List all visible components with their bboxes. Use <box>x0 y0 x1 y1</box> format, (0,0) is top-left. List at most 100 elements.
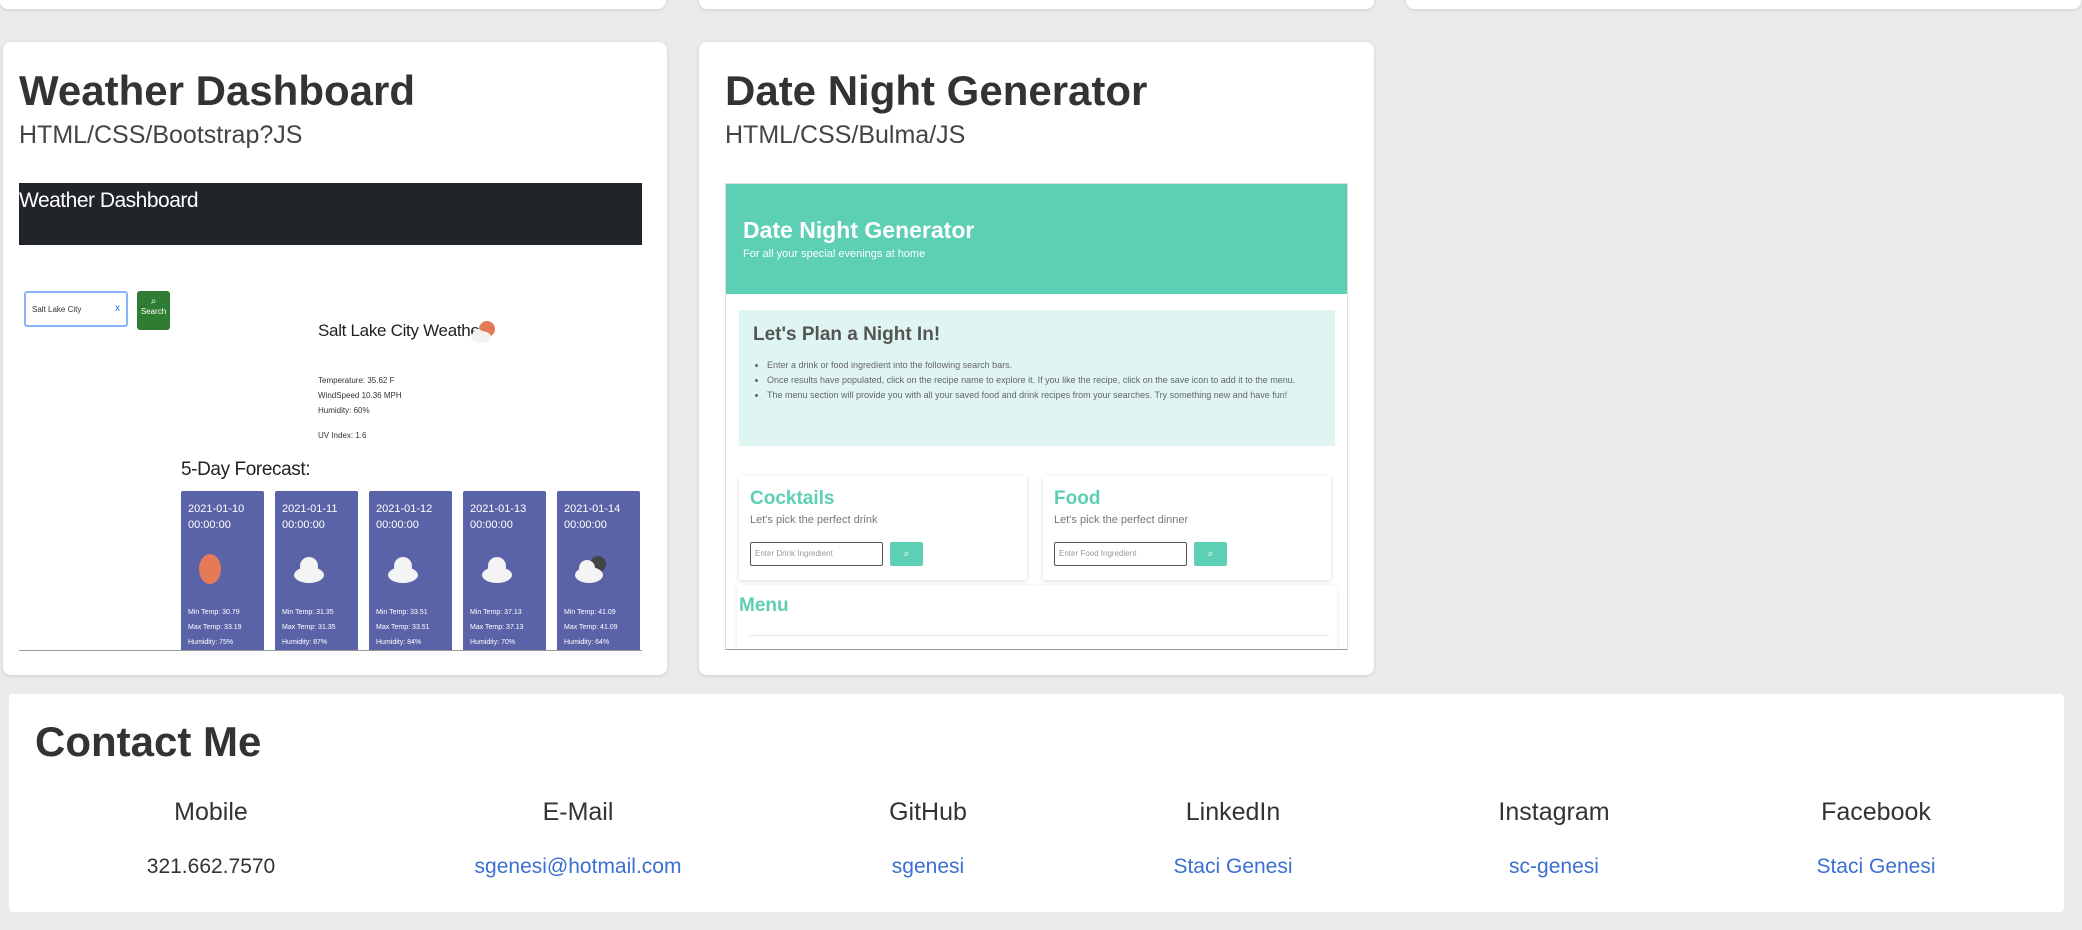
contact-linkedin: LinkedIn Staci Genesi <box>1072 798 1394 879</box>
shot-detail: Temperature: 35.62 F <box>318 376 395 385</box>
shot-header: Weather Dashboard <box>19 183 642 245</box>
shot-search-button: ⌕ Search <box>137 291 170 330</box>
forecast-max: Max Temp: 37.13 <box>470 624 524 631</box>
shot-uv-index: UV Index: 1.6 <box>318 431 367 440</box>
list-item: Enter a drink or food ingredient into th… <box>767 358 1347 373</box>
forecast-max: Max Temp: 33.19 <box>188 624 242 631</box>
cloud-icon <box>294 557 324 583</box>
shot-forecast-title: 5-Day Forecast: <box>181 459 311 480</box>
shot-header-subtitle: For all your special evenings at home <box>743 248 926 260</box>
shot-search-label: Search <box>140 307 167 316</box>
forecast-max: Max Temp: 33.51 <box>376 624 430 631</box>
contact-email: E-Mail sgenesi@hotmail.com <box>417 798 739 879</box>
search-icon: ⌕ <box>150 296 157 307</box>
forecast-humidity: Humidity: 75% <box>188 639 234 646</box>
shot-drink-input: Enter Drink Ingredient <box>750 542 883 566</box>
dark-cloud-icon <box>575 556 606 583</box>
forecast-time: 00:00:00 <box>564 519 607 531</box>
contact-facebook-link[interactable]: Staci Genesi <box>1715 855 2037 879</box>
shot-cocktails-box: Cocktails Let's pick the perfect drink E… <box>739 476 1027 580</box>
forecast-card: 2021-01-12 00:00:00 Min Temp: 33.51 Max Te… <box>369 491 452 650</box>
contact-label: Mobile <box>174 798 248 826</box>
shot-search-value: Salt Lake City <box>32 305 82 314</box>
contact-label: E-Mail <box>542 798 614 826</box>
project-tech: HTML/CSS/Bulma/JS <box>725 121 966 149</box>
forecast-card: 2021-01-11 00:00:00 Min Temp: 31.35 Max Te… <box>275 491 358 650</box>
shot-detail: WindSpeed 10.36 MPH <box>318 391 402 400</box>
forecast-humidity: Humidity: 64% <box>564 639 610 646</box>
list-item: The menu section will provide you with a… <box>767 388 1347 403</box>
shot-box-subtitle: Let's pick the perfect drink <box>750 514 878 526</box>
contact-github: GitHub sgenesi <box>767 798 1089 879</box>
shot-info-list: Enter a drink or food ingredient into th… <box>747 358 1347 403</box>
contact-linkedin-link[interactable]: Staci Genesi <box>1072 855 1394 879</box>
forecast-time: 00:00:00 <box>282 519 325 531</box>
shot-header-title: Weather Dashboard <box>19 189 199 212</box>
forecast-min: Min Temp: 30.79 <box>188 609 240 616</box>
shot-info-box: Let's Plan a Night In! Enter a drink or … <box>739 310 1335 446</box>
cloud-icon <box>482 557 512 583</box>
project-card-partial <box>699 0 1374 9</box>
forecast-date: 2021-01-11 <box>282 503 338 515</box>
project-tech: HTML/CSS/Bootstrap?JS <box>19 121 303 149</box>
forecast-max: Max Temp: 41.09 <box>564 624 618 631</box>
shot-header: Date Night Generator For all your specia… <box>726 184 1347 294</box>
shot-city-title: Salt Lake City Weather <box>318 321 485 340</box>
forecast-min: Min Temp: 41.09 <box>564 609 616 616</box>
clear-icon: x <box>115 303 120 314</box>
shot-menu-section: Menu <box>737 585 1337 649</box>
contact-label: GitHub <box>889 798 967 826</box>
shot-food-input: Enter Food Ingredient <box>1054 542 1187 566</box>
forecast-humidity: Humidity: 87% <box>282 639 328 646</box>
project-card-partial <box>0 0 666 9</box>
shot-detail: Humidity: 60% <box>318 406 370 415</box>
shot-search-input: Salt Lake City x <box>24 291 128 327</box>
shot-box-title: Cocktails <box>750 488 835 509</box>
forecast-date: 2021-01-14 <box>564 503 621 515</box>
divider <box>749 635 1329 636</box>
project-screenshot-weather[interactable]: Weather Dashboard Salt Lake City x ⌕ Sea… <box>19 183 642 651</box>
shot-food-box: Food Let's pick the perfect dinner Enter… <box>1043 476 1331 580</box>
contact-label: Instagram <box>1498 798 1610 826</box>
contact-github-link[interactable]: sgenesi <box>767 855 1089 879</box>
project-card-datenight[interactable]: Date Night Generator HTML/CSS/Bulma/JS D… <box>699 42 1374 675</box>
shot-input-placeholder: Enter Drink Ingredient <box>755 549 833 558</box>
shot-input-placeholder: Enter Food Ingredient <box>1059 549 1137 558</box>
search-icon: ⌕ <box>890 542 923 566</box>
forecast-time: 00:00:00 <box>376 519 419 531</box>
shot-info-title: Let's Plan a Night In! <box>753 324 941 345</box>
project-screenshot-datenight[interactable]: Date Night Generator For all your specia… <box>725 183 1348 650</box>
forecast-date: 2021-01-10 <box>188 503 245 515</box>
contact-label: Facebook <box>1821 798 1931 826</box>
forecast-date: 2021-01-12 <box>376 503 433 515</box>
forecast-humidity: Humidity: 84% <box>376 639 422 646</box>
contact-section: Contact Me Mobile 321.662.7570 E-Mail sg… <box>9 694 2064 912</box>
project-title: Weather Dashboard <box>19 67 415 114</box>
shot-header-title: Date Night Generator <box>743 217 975 243</box>
project-title: Date Night Generator <box>725 67 1148 114</box>
forecast-time: 00:00:00 <box>188 519 231 531</box>
shot-box-title: Food <box>1054 488 1101 509</box>
contact-label: LinkedIn <box>1185 798 1281 826</box>
contact-email-link[interactable]: sgenesi@hotmail.com <box>417 855 739 879</box>
contact-instagram: Instagram sc-genesi <box>1393 798 1715 879</box>
project-card-partial <box>1406 0 2081 9</box>
forecast-humidity: Humidity: 70% <box>470 639 516 646</box>
forecast-card: 2021-01-10 00:00:00 Min Temp: 30.79 Max Te… <box>181 491 264 650</box>
contact-facebook: Facebook Staci Genesi <box>1715 798 2037 879</box>
contact-title: Contact Me <box>35 718 262 765</box>
forecast-max: Max Temp: 31.35 <box>282 624 336 631</box>
list-item: Once results have populated, click on th… <box>767 373 1347 388</box>
forecast-min: Min Temp: 33.51 <box>376 609 428 616</box>
forecast-time: 00:00:00 <box>470 519 513 531</box>
forecast-min: Min Temp: 37.13 <box>470 609 522 616</box>
forecast-card: 2021-01-14 00:00:00 Min Temp: 41.09 Max Te… <box>557 491 640 650</box>
project-card-weather[interactable]: Weather Dashboard HTML/CSS/Bootstrap?JS … <box>3 42 667 675</box>
cloud-icon <box>388 557 418 583</box>
search-icon: ⌕ <box>1194 542 1227 566</box>
shot-box-subtitle: Let's pick the perfect dinner <box>1054 514 1189 526</box>
forecast-min: Min Temp: 31.35 <box>282 609 334 616</box>
contact-instagram-link[interactable]: sc-genesi <box>1393 855 1715 879</box>
contact-value: 321.662.7570 <box>146 855 276 878</box>
partly-sunny-icon <box>471 321 495 343</box>
